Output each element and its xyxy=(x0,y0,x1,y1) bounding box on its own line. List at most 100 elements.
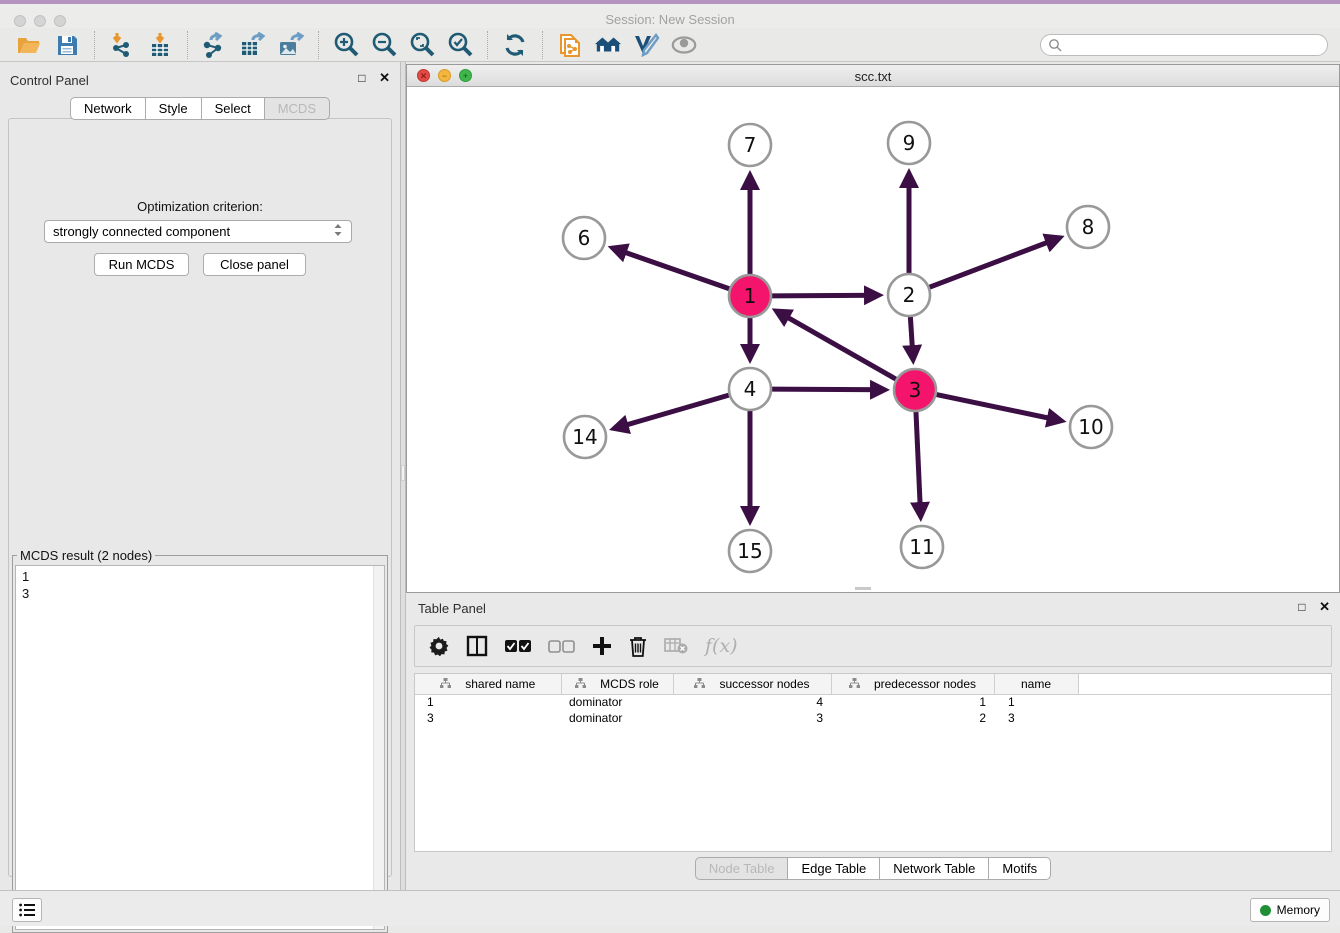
mcds-result-textarea[interactable]: 1 3 xyxy=(15,565,385,930)
save-session-icon[interactable] xyxy=(53,31,81,59)
window-title: Session: New Session xyxy=(0,12,1340,27)
graph-node-label-2: 2 xyxy=(903,283,916,307)
graph-edge-3-10[interactable] xyxy=(937,395,1061,421)
graph-node-label-4: 4 xyxy=(744,377,757,401)
network-overview-icon[interactable] xyxy=(556,31,584,59)
home-icon[interactable] xyxy=(594,31,622,59)
status-bar: Memory xyxy=(0,890,1340,926)
export-image-icon[interactable] xyxy=(277,31,305,59)
control-panel-title: Control Panel xyxy=(10,72,89,90)
column-shared-name[interactable]: shared name xyxy=(415,674,561,694)
column-predecessor-nodes[interactable]: predecessor nodes xyxy=(831,674,994,694)
memory-status-icon xyxy=(1260,905,1271,916)
graph-node-label-10: 10 xyxy=(1078,415,1103,439)
tab-edge-table[interactable]: Edge Table xyxy=(788,857,880,880)
close-panel-button[interactable]: Close panel xyxy=(203,253,306,276)
show-columns-icon[interactable] xyxy=(466,635,488,657)
close-panel-icon[interactable]: ✕ xyxy=(1319,599,1330,614)
node-table[interactable]: shared name MCDS role successor nodes pr… xyxy=(414,673,1332,852)
delete-column-icon[interactable] xyxy=(629,636,647,657)
memory-button[interactable]: Memory xyxy=(1250,898,1330,922)
graph-edge-3-1[interactable] xyxy=(777,311,896,379)
task-history-button[interactable] xyxy=(12,898,42,922)
deselect-all-icon[interactable] xyxy=(548,640,575,653)
cell-mcds-role[interactable]: dominator xyxy=(561,710,673,726)
zoom-fit-icon[interactable] xyxy=(408,31,436,59)
graph-edge-2-3[interactable] xyxy=(910,317,913,359)
table-panel-tabs: Node TableEdge TableNetwork TableMotifs xyxy=(406,857,1340,880)
cell-predecessor-nodes[interactable]: 1 xyxy=(831,694,994,710)
tab-style[interactable]: Style xyxy=(146,97,202,120)
graph-node-label-14: 14 xyxy=(572,425,597,449)
export-table-icon[interactable] xyxy=(239,31,267,59)
tab-select[interactable]: Select xyxy=(202,97,265,120)
hide-eye-icon[interactable] xyxy=(670,31,698,59)
graph-node-label-15: 15 xyxy=(737,539,762,563)
zoom-out-icon[interactable] xyxy=(370,31,398,59)
network-window-titlebar[interactable]: ✕ − + scc.txt xyxy=(407,65,1339,87)
cell-shared-name[interactable]: 1 xyxy=(415,694,561,710)
graph-node-label-3: 3 xyxy=(909,378,922,402)
canvas-scroll-grip[interactable] xyxy=(855,587,871,590)
tab-motifs[interactable]: Motifs xyxy=(989,857,1051,880)
style-edit-icon[interactable] xyxy=(632,31,660,59)
close-panel-icon[interactable]: ✕ xyxy=(379,70,390,85)
graph-edge-1-6[interactable] xyxy=(613,248,729,289)
cell-successor-nodes[interactable]: 3 xyxy=(673,710,831,726)
graph-edge-2-8[interactable] xyxy=(930,238,1059,287)
mcds-result-values: 1 3 xyxy=(16,566,384,602)
optimization-criterion-select[interactable]: strongly connected component xyxy=(44,220,352,243)
optimization-criterion-value: strongly connected component xyxy=(53,224,230,239)
control-panel: Control Panel □ ✕ NetworkStyleSelectMCDS… xyxy=(0,62,400,890)
add-column-icon[interactable] xyxy=(592,636,612,656)
network-minimize-button[interactable]: − xyxy=(438,69,451,82)
graph-edge-1-2[interactable] xyxy=(772,295,878,296)
tab-mcds[interactable]: MCDS xyxy=(265,97,330,120)
cell-successor-nodes[interactable]: 4 xyxy=(673,694,831,710)
header-filler xyxy=(1078,674,1331,694)
column-successor-nodes[interactable]: successor nodes xyxy=(673,674,831,694)
table-settings-gear-icon[interactable] xyxy=(429,636,449,656)
select-all-icon[interactable] xyxy=(505,640,531,653)
cell-predecessor-nodes[interactable]: 2 xyxy=(831,710,994,726)
graph-edge-3-11[interactable] xyxy=(916,412,921,516)
cell-name[interactable]: 1 xyxy=(994,694,1078,710)
float-panel-icon[interactable]: □ xyxy=(358,71,365,85)
import-table-icon[interactable] xyxy=(146,31,174,59)
table-row[interactable]: 1 dominator 4 1 1 xyxy=(415,694,1331,710)
zoom-in-icon[interactable] xyxy=(332,31,360,59)
export-network-icon[interactable] xyxy=(201,31,229,59)
graph-node-label-8: 8 xyxy=(1082,215,1095,239)
tab-network-table[interactable]: Network Table xyxy=(880,857,989,880)
table-header-row[interactable]: shared name MCDS role successor nodes pr… xyxy=(415,674,1331,694)
import-network-icon[interactable] xyxy=(108,31,136,59)
network-graph[interactable]: 7968124314101511 xyxy=(407,87,1339,592)
cell-mcds-role[interactable]: dominator xyxy=(561,694,673,710)
column-mcds-role[interactable]: MCDS role xyxy=(561,674,673,694)
float-panel-icon[interactable]: □ xyxy=(1298,600,1305,614)
tab-node-table[interactable]: Node Table xyxy=(695,857,789,880)
search-input[interactable] xyxy=(1040,34,1328,56)
graph-edge-4-3[interactable] xyxy=(772,389,884,390)
open-session-icon[interactable] xyxy=(15,31,43,59)
control-panel-window-buttons: □ ✕ xyxy=(348,70,390,86)
network-maximize-button[interactable]: + xyxy=(459,69,472,82)
function-builder-icon[interactable]: f(x) xyxy=(705,635,738,657)
toolbar-separator xyxy=(187,31,188,59)
graph-edge-4-14[interactable] xyxy=(615,395,729,428)
run-mcds-button[interactable]: Run MCDS xyxy=(94,253,189,276)
column-name[interactable]: name xyxy=(994,674,1078,694)
graph-node-label-11: 11 xyxy=(909,535,934,559)
network-close-button[interactable]: ✕ xyxy=(417,69,430,82)
table-row[interactable]: 3 dominator 3 2 3 xyxy=(415,710,1331,726)
cell-name[interactable]: 3 xyxy=(994,710,1078,726)
splitter-grip[interactable] xyxy=(401,465,405,481)
refresh-icon[interactable] xyxy=(501,31,529,59)
tab-network[interactable]: Network xyxy=(70,97,146,120)
control-panel-tabs: NetworkStyleSelectMCDS xyxy=(0,97,400,120)
delete-table-icon[interactable] xyxy=(664,638,688,654)
network-canvas[interactable]: 7968124314101511 xyxy=(407,87,1339,592)
zoom-selected-icon[interactable] xyxy=(446,31,474,59)
result-scrollbar[interactable] xyxy=(373,566,384,929)
cell-shared-name[interactable]: 3 xyxy=(415,710,561,726)
